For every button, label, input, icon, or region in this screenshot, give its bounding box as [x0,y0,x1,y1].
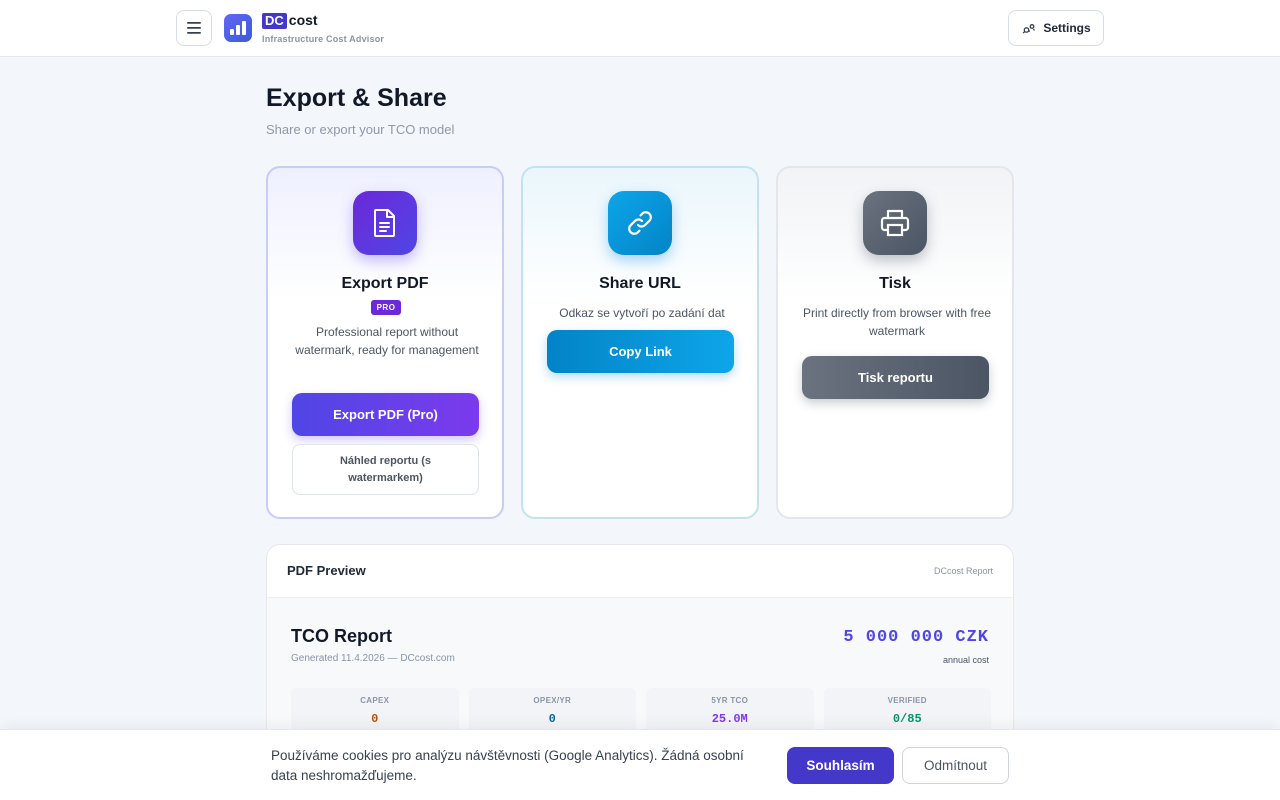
export-pdf-description: Professional report without watermark, r… [295,325,479,357]
preview-report-button[interactable]: Náhled reportu (s watermarkem) [292,444,479,495]
print-description: Print directly from browser with free wa… [802,306,992,338]
export-pdf-card: Export PDF PRO Professional report witho… [266,166,504,519]
printer-icon [863,191,927,255]
stat-value: 25.0M [711,712,748,726]
cookie-reject-button[interactable]: Odmítnout [902,747,1009,784]
copy-link-button[interactable]: Copy Link [547,330,734,373]
export-pdf-title: Export PDF [341,275,429,292]
stat-value: 0/85 [892,712,922,726]
pro-badge: PRO [371,300,401,315]
pdf-preview-header: PDF Preview DCcost Report [267,545,1013,598]
page-title: Export & Share [266,84,447,112]
report-amount-label: annual cost [942,655,989,665]
stat-label: CAPEX [360,696,390,705]
share-url-card: Share URL Odkaz se vytvoří po zadání dat… [521,166,759,519]
print-card: Tisk Print directly from browser with fr… [776,166,1014,519]
report-amount: 5 000 000 CZK [843,628,989,647]
settings-button[interactable]: Settings [1008,10,1104,46]
hamburger-icon [187,22,201,34]
print-title: Tisk [879,275,911,292]
stat-label: VERIFIED [887,696,927,705]
stat-value: 0 [548,712,556,726]
stat-value: 0 [371,712,379,726]
export-pdf-button[interactable]: Export PDF (Pro) [292,393,479,436]
link-icon [608,191,672,255]
share-url-title: Share URL [599,275,681,292]
stat-label: OPEX/YR [533,696,572,705]
document-icon [353,191,417,255]
settings-label: Settings [1043,21,1091,35]
menu-button[interactable] [176,10,212,46]
brand-cost: cost [288,12,318,28]
print-report-button[interactable]: Tisk reportu [802,356,989,399]
report-generated: Generated 11.4.2026 — DCcost.com [291,653,455,664]
brand[interactable]: DC cost Infrastructure Cost Advisor [262,12,384,44]
pdf-preview-tag: DCcost Report [933,566,993,576]
brand-dc: DC [262,13,287,29]
cookie-accept-button[interactable]: Souhlasím [787,747,894,784]
top-bar: DC cost Infrastructure Cost Advisor Setti… [0,0,1280,57]
cookie-banner: Používáme cookies pro analýzu návštěvnos… [0,729,1280,800]
settings-icon [1022,24,1036,34]
report-title: TCO Report [291,626,392,646]
page-subtitle: Share or export your TCO model [266,122,455,137]
cookie-text: Používáme cookies pro analýzu návštěvnos… [271,748,744,783]
brand-subtitle: Infrastructure Cost Advisor [262,34,385,44]
share-url-description: Odkaz se vytvoří po zadání dat [559,306,725,320]
logo-icon[interactable] [224,14,252,42]
pdf-preview-title: PDF Preview [287,563,366,578]
stat-label: 5YR TCO [711,696,749,705]
